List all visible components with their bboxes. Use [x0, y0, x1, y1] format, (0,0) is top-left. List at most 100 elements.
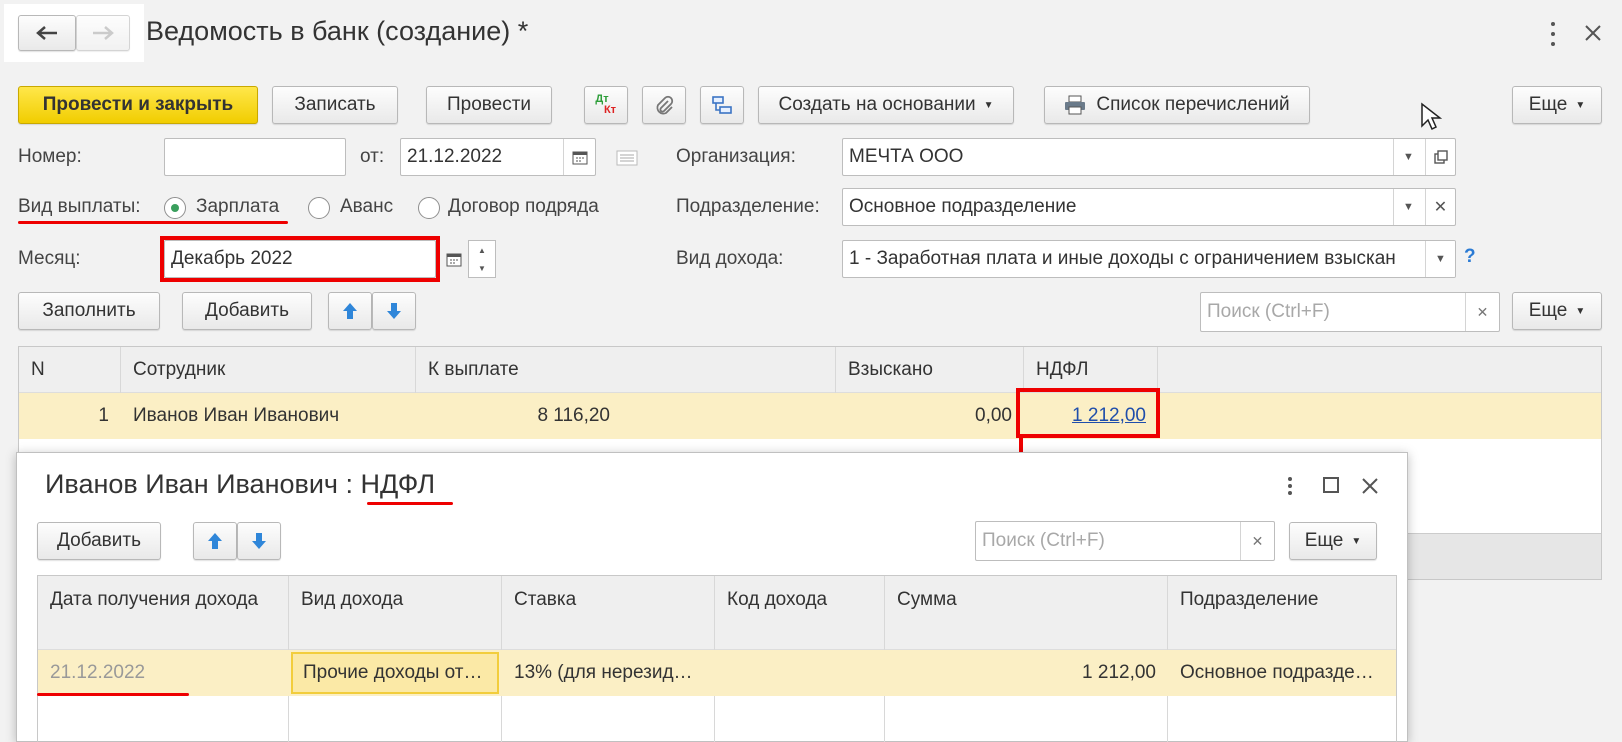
page-title: Ведомость в банк (создание) *	[146, 16, 529, 46]
radio-contract[interactable]	[418, 197, 440, 219]
from-label: от:	[360, 146, 385, 167]
search-clear-button[interactable]: ✕	[1465, 293, 1499, 331]
move-up-button[interactable]	[328, 292, 372, 330]
attach-button[interactable]	[642, 86, 686, 124]
dialog-title-prefix: Иванов Иван Иванович :	[45, 469, 361, 499]
table-row[interactable]: 1 Иванов Иван Иванович 8 116,20 0,00 1 2…	[19, 393, 1601, 439]
cell-income-date: 21.12.2022	[50, 662, 146, 683]
income-type-value: 1 - Заработная плата и иные доходы с огр…	[849, 248, 1396, 269]
arrow-right-icon	[93, 26, 114, 40]
cell-income-type[interactable]: Прочие доходы от…	[291, 652, 499, 694]
dt-kt-button[interactable]: Дт Кт	[584, 86, 628, 124]
dialog-add-button[interactable]: Добавить	[37, 522, 161, 560]
post-button[interactable]: Провести	[426, 86, 552, 124]
month-picker-button[interactable]: ▲ ▼	[440, 240, 496, 278]
close-icon[interactable]	[1361, 477, 1379, 495]
subdivision-dropdown[interactable]: ▼	[1393, 189, 1423, 225]
column-header-employee[interactable]: Сотрудник	[121, 347, 416, 393]
column-header-sum[interactable]: Сумма	[885, 576, 1168, 624]
table-row[interactable]: 21.12.2022 Прочие доходы от… 13% (для не…	[38, 650, 1396, 696]
organization-select[interactable]: МЕЧТА ООО ▼	[842, 138, 1456, 176]
title-bar: Ведомость в банк (создание) *	[0, 0, 1622, 64]
chevron-down-icon: ▼	[1575, 99, 1586, 111]
mouse-cursor-icon	[1421, 102, 1442, 131]
post-and-close-button[interactable]: Провести и закрыть	[18, 86, 258, 124]
help-icon[interactable]: ?	[1464, 246, 1476, 268]
column-header-to-pay[interactable]: К выплате	[416, 347, 836, 393]
maximize-icon[interactable]	[1323, 477, 1339, 493]
table-more-button[interactable]: Еще ▼	[1512, 292, 1602, 330]
back-button[interactable]	[18, 15, 76, 51]
search-placeholder: Поиск (Ctrl+F)	[1207, 301, 1330, 322]
dialog-more-button[interactable]: Еще ▼	[1289, 522, 1377, 560]
cell-sum: 1 212,00	[1082, 662, 1156, 683]
organization-dropdown[interactable]: ▼	[1393, 139, 1423, 175]
calendar-icon	[572, 151, 587, 165]
dialog-move-down-button[interactable]	[237, 522, 281, 560]
income-type-dropdown[interactable]: ▼	[1425, 241, 1455, 277]
add-button[interactable]: Добавить	[182, 292, 312, 330]
cell-collected: 0,00	[975, 405, 1012, 426]
chevron-down-icon: ▼	[983, 99, 994, 111]
kebab-icon[interactable]	[1548, 22, 1558, 46]
ndfl-dialog: Иванов Иван Иванович : НДФЛ Добавить Пои…	[16, 452, 1408, 742]
dialog-move-up-button[interactable]	[193, 522, 237, 560]
calendar-button[interactable]	[563, 139, 595, 175]
clear-icon: ✕	[1251, 532, 1264, 549]
date-input[interactable]: 21.12.2022	[400, 138, 596, 176]
kebab-icon[interactable]	[1285, 477, 1295, 495]
dialog-title-highlight: НДФЛ	[360, 469, 436, 499]
number-input[interactable]	[164, 138, 346, 176]
radio-contract-label[interactable]: Договор подряда	[448, 196, 599, 218]
chevron-down-icon: ▼	[1575, 305, 1586, 317]
search-clear-button[interactable]: ✕	[1240, 522, 1274, 560]
month-stepper[interactable]: ▲ ▼	[468, 240, 496, 278]
dialog-search-input[interactable]: Поиск (Ctrl+F) ✕	[975, 521, 1275, 561]
table-search-input[interactable]: Поиск (Ctrl+F) ✕	[1200, 292, 1500, 332]
more-label: Еще	[1528, 300, 1568, 321]
organization-open-button[interactable]	[1425, 139, 1455, 175]
red-box-annotation	[1016, 388, 1160, 438]
radio-salary[interactable]	[164, 197, 186, 219]
red-underline-annotation	[18, 221, 288, 224]
more-button[interactable]: Еще ▼	[1512, 86, 1602, 124]
column-header-collected[interactable]: Взыскано	[836, 347, 1024, 393]
fill-button[interactable]: Заполнить	[18, 292, 160, 330]
create-based-on-button[interactable]: Создать на основании ▼	[758, 86, 1014, 124]
open-window-icon	[1433, 150, 1448, 164]
column-header-income-type[interactable]: Вид дохода	[289, 576, 502, 624]
subdivision-clear-button[interactable]: ✕	[1425, 189, 1455, 225]
column-header-subdivision[interactable]: Подразделение	[1168, 576, 1396, 624]
number-label: Номер:	[18, 146, 82, 167]
close-icon[interactable]	[1584, 24, 1602, 42]
forward-button[interactable]	[76, 15, 130, 51]
structure-button[interactable]	[700, 86, 744, 124]
save-button[interactable]: Записать	[272, 86, 398, 124]
column-header-rate[interactable]: Ставка	[502, 576, 715, 624]
payment-type-label: Вид выплаты:	[18, 196, 141, 217]
transfer-list-label: Список перечислений	[1096, 94, 1290, 115]
chevron-down-icon: ▼	[1351, 535, 1362, 547]
list-icon[interactable]	[616, 150, 638, 166]
income-type-select[interactable]: 1 - Заработная плата и иные доходы с огр…	[842, 240, 1456, 278]
printer-icon	[1065, 95, 1086, 115]
chevron-down-icon: ▼	[1403, 151, 1414, 163]
transfer-list-button[interactable]: Список перечислений	[1044, 86, 1310, 124]
radio-advance-label[interactable]: Аванс	[340, 196, 393, 218]
radio-advance[interactable]	[308, 197, 330, 219]
column-header-income-code[interactable]: Код дохода	[715, 576, 885, 624]
paperclip-icon	[656, 95, 674, 115]
column-header-n[interactable]: N	[19, 347, 121, 393]
subdivision-select[interactable]: Основное подразделение ▼ ✕	[842, 188, 1456, 226]
move-down-button[interactable]	[372, 292, 416, 330]
column-divider	[1157, 347, 1158, 393]
chevron-down-icon[interactable]: ▼	[478, 264, 486, 273]
red-underline-annotation	[367, 502, 453, 505]
radio-salary-label[interactable]: Зарплата	[196, 196, 279, 218]
column-header-ndfl[interactable]: НДФЛ	[1024, 347, 1158, 393]
column-header-income-date[interactable]: Дата получения дохода	[38, 576, 289, 624]
arrow-down-icon	[252, 533, 266, 549]
more-label: Еще	[1304, 530, 1344, 551]
income-type-label: Вид дохода:	[676, 248, 784, 269]
chevron-up-icon[interactable]: ▲	[478, 246, 486, 255]
